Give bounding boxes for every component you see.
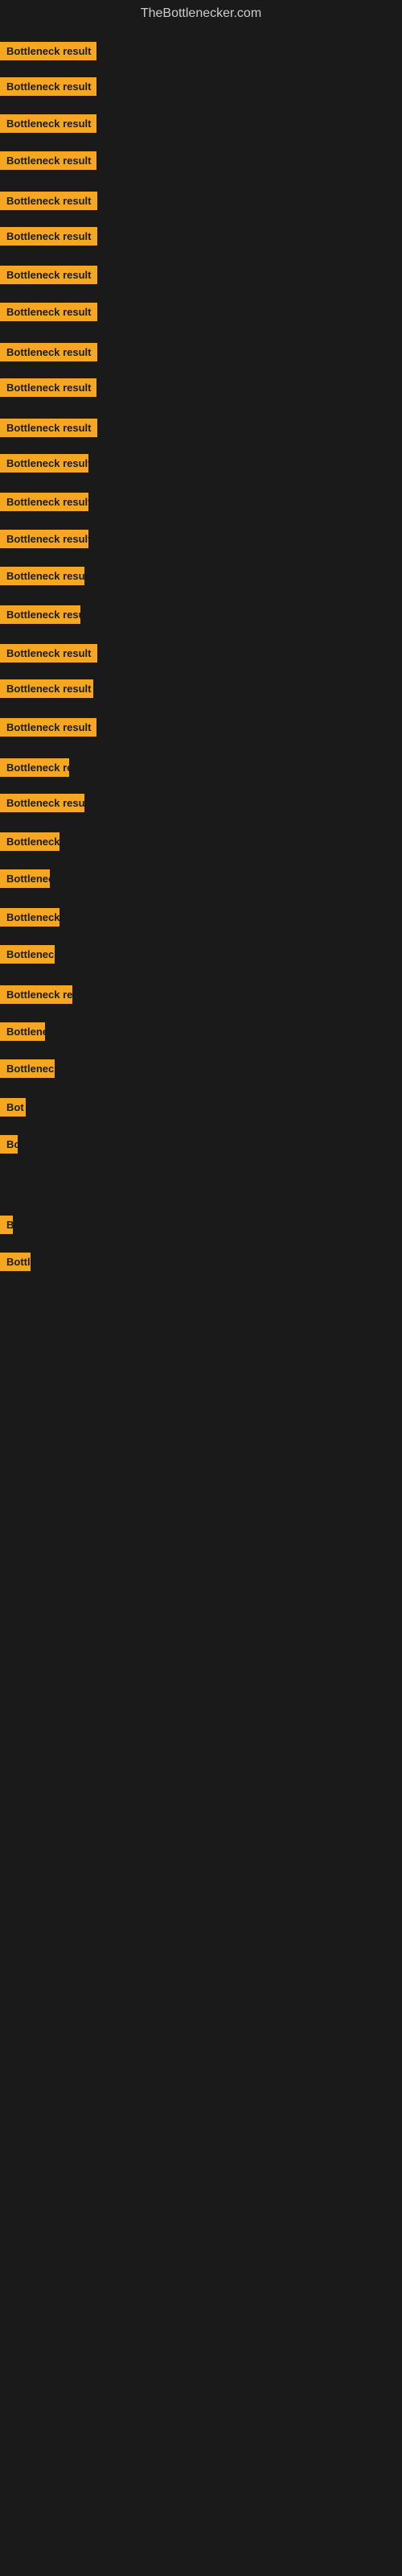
list-item: Bottleneck result xyxy=(0,114,96,137)
site-title-container: TheBottlenecker.com xyxy=(0,0,402,24)
bottleneck-badge: Bottleneck result xyxy=(0,794,84,812)
bottleneck-badge: Bottleneck result xyxy=(0,378,96,397)
list-item: Bottleneck result xyxy=(0,419,97,441)
bottleneck-badge: Bottleneck result xyxy=(0,419,97,437)
bottleneck-badge: Bottleneck result xyxy=(0,303,97,321)
list-item: Bottl xyxy=(0,1253,31,1275)
list-item: Bottleneck result xyxy=(0,192,97,214)
bottleneck-badge: Bottlene xyxy=(0,1022,45,1041)
bottleneck-badge: Bottleneck result xyxy=(0,151,96,170)
bottleneck-badge: Bottleneck result xyxy=(0,493,88,511)
bottleneck-badge: Bottleneck result xyxy=(0,644,97,663)
bottleneck-badge: Bot xyxy=(0,1098,26,1117)
bottleneck-badge: Bottleneck result xyxy=(0,605,80,624)
list-item: Bottleneck result xyxy=(0,266,97,288)
list-item: Bo xyxy=(0,1135,18,1158)
list-item: Bot xyxy=(0,1098,26,1121)
list-item: Bottleneck result xyxy=(0,454,88,477)
list-item: Bottleneck result xyxy=(0,644,97,667)
list-item: Bottleneck result xyxy=(0,343,97,365)
list-item: Bottleneck result xyxy=(0,493,88,515)
bottleneck-badge: Bottleneck result xyxy=(0,454,88,473)
bottleneck-badge: Bottleneck r xyxy=(0,832,59,851)
bottleneck-badge: B xyxy=(0,1216,13,1234)
bottleneck-badge: Bottleneck result xyxy=(0,114,96,133)
bottleneck-badge: Bo xyxy=(0,1135,18,1154)
bottleneck-badge: Bottleneck re xyxy=(0,758,69,777)
bottleneck-badge: Bottleneck result xyxy=(0,77,96,96)
bottleneck-badge: Bottleneck result xyxy=(0,530,88,548)
list-item: Bottlene xyxy=(0,1022,45,1045)
list-item: Bottleneck result xyxy=(0,378,96,401)
bottleneck-badge: Bottleneck result xyxy=(0,343,97,361)
bottleneck-badge: Bottleneck result xyxy=(0,42,96,60)
bottleneck-badge: Bottleneck result xyxy=(0,567,84,585)
site-title: TheBottlenecker.com xyxy=(0,0,402,24)
list-item: Bottleneck res xyxy=(0,985,72,1008)
bottleneck-badge: Bottleneck r xyxy=(0,908,59,927)
bottleneck-badge: Bottlenec xyxy=(0,869,50,888)
bottleneck-badge: Bottleneck result xyxy=(0,192,97,210)
list-item: Bottlenec xyxy=(0,869,50,892)
bottleneck-badge: Bottleneck res xyxy=(0,985,72,1004)
bottleneck-badge: Bottl xyxy=(0,1253,31,1271)
bottleneck-badge: Bottleneck result xyxy=(0,718,96,737)
list-item: Bottleneck result xyxy=(0,605,80,628)
list-item: Bottleneck re xyxy=(0,758,69,781)
list-item: Bottleneck xyxy=(0,945,55,968)
list-item: Bottleneck result xyxy=(0,42,96,64)
bottleneck-badge: Bottleneck xyxy=(0,945,55,964)
list-item: Bottleneck xyxy=(0,1059,55,1082)
bottleneck-badge: Bottleneck xyxy=(0,1059,55,1078)
list-item: Bottleneck result xyxy=(0,794,84,816)
list-item: Bottleneck result xyxy=(0,567,84,589)
list-item: Bottleneck result xyxy=(0,718,96,741)
bottleneck-badge: Bottleneck result xyxy=(0,266,97,284)
bottleneck-badge: Bottleneck result xyxy=(0,679,93,698)
bottleneck-badge: Bottleneck result xyxy=(0,227,97,246)
list-item: Bottleneck result xyxy=(0,679,93,702)
list-item: Bottleneck result xyxy=(0,151,96,174)
bottleneck-list: Bottleneck result Bottleneck result Bottle… xyxy=(0,24,402,2568)
list-item: Bottleneck result xyxy=(0,77,96,100)
list-item: Bottleneck result xyxy=(0,303,97,325)
list-item: Bottleneck r xyxy=(0,908,59,931)
list-item: B xyxy=(0,1216,13,1238)
list-item: Bottleneck r xyxy=(0,832,59,855)
list-item: Bottleneck result xyxy=(0,227,97,250)
list-item: Bottleneck result xyxy=(0,530,88,552)
